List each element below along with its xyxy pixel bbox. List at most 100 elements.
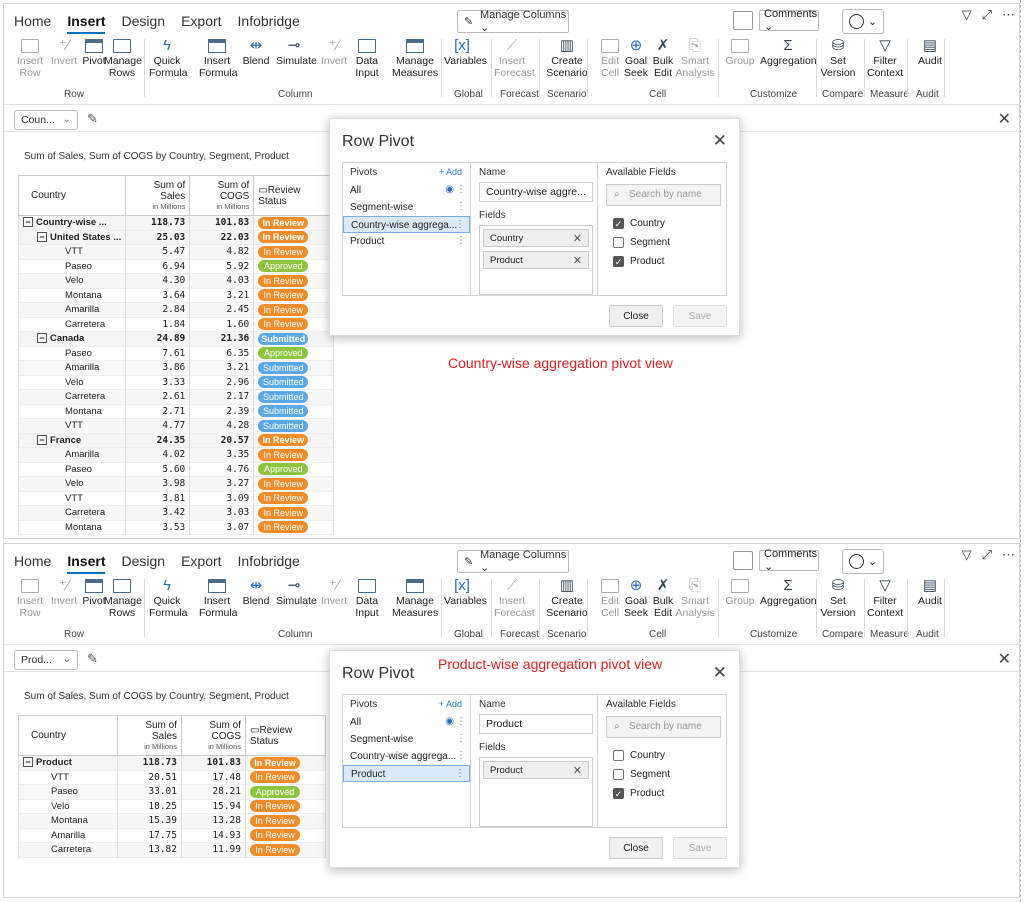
table-row[interactable]: − Canada 24.89 21.36 Submitted (17, 331, 335, 346)
tab-export[interactable]: Export (181, 13, 221, 34)
field-checkbox[interactable]: Segment (599, 765, 728, 784)
tab-design[interactable]: Design (121, 553, 165, 574)
insert-forecast-button[interactable]: ⟋ Insert Forecast (494, 575, 535, 619)
quick-formula-button[interactable]: ϟ Quick Formula (149, 35, 188, 79)
data-input-button[interactable]: Data Input (349, 35, 385, 79)
tab-home[interactable]: Home (14, 13, 51, 34)
table-row[interactable]: Carretera 3.42 3.03 In Review (17, 505, 335, 520)
table-row[interactable]: Amarilla 4.02 3.35 In Review (17, 447, 335, 462)
invert-column-button[interactable]: ⁺∕ Invert (316, 575, 352, 607)
table-row[interactable]: Velo 18.25 15.94 In Review (18, 799, 326, 814)
data-input-button[interactable]: Data Input (349, 575, 385, 619)
collapse-icon[interactable]: − (23, 757, 33, 768)
table-row[interactable]: VTT 20.51 17.48 In Review (18, 770, 326, 785)
pivot-item[interactable]: Country-wise aggrega... ⋮ (343, 216, 470, 233)
tab-home[interactable]: Home (14, 553, 51, 574)
field-checkbox[interactable]: Segment (599, 233, 728, 252)
header-sales[interactable]: Sum of Sales in Millions (117, 715, 182, 756)
field-chip[interactable]: Product ✕ (483, 761, 589, 779)
remove-icon[interactable]: ✕ (573, 254, 582, 267)
table-row[interactable]: Velo 3.33 2.96 Submitted (17, 375, 335, 390)
smart-analysis-button[interactable]: ⎘ Smart Analysis (672, 35, 718, 79)
more-vertical-icon[interactable]: ⋮ (455, 219, 465, 230)
dialog-close-icon[interactable]: ✕ (713, 663, 727, 683)
filter-icon[interactable]: ▽ (962, 7, 972, 23)
table-row[interactable]: − France 24.35 20.57 In Review (17, 433, 335, 448)
checkbox[interactable]: ✓ (613, 218, 624, 229)
user-menu[interactable]: ⌄ (842, 549, 884, 574)
table-row[interactable]: Montana 2.71 2.39 Submitted (17, 404, 335, 419)
expand-icon[interactable]: ⤢ (982, 547, 992, 563)
table-row[interactable]: VTT 4.77 4.28 Submitted (17, 418, 335, 433)
insert-row-button[interactable]: Insert Row (12, 575, 48, 619)
pivot-name-input[interactable]: Product (479, 714, 593, 734)
pivot-view-dropdown[interactable]: Coun... ⌄ (14, 110, 78, 130)
search-input[interactable]: ⌕ Search by name (606, 716, 721, 738)
blend-button[interactable]: ⇹ Blend (238, 575, 274, 607)
table-row[interactable]: − United States ... 25.03 22.03 In Review (17, 230, 335, 245)
pivot-item[interactable]: All ◉ ⋮ (343, 714, 470, 731)
table-row[interactable]: Montana 3.64 3.21 In Review (17, 288, 335, 303)
add-pivot-link[interactable]: + Add (439, 699, 462, 709)
more-vertical-icon[interactable]: ⋮ (456, 184, 466, 195)
pivot-item[interactable]: Product ⋮ (343, 233, 470, 250)
dialog-close-icon[interactable]: ✕ (713, 131, 727, 151)
collapse-icon[interactable]: − (37, 231, 47, 242)
group-button[interactable]: Group (722, 575, 758, 607)
comments-dropdown[interactable]: Comments ⌄ (759, 8, 819, 33)
manage-measures-button[interactable]: Manage Measures (392, 575, 438, 619)
remove-icon[interactable]: ✕ (573, 232, 582, 245)
table-row[interactable]: Carretera 1.84 1.60 In Review (17, 317, 335, 332)
pivot-item[interactable]: Country-wise aggrega... ⋮ (343, 748, 470, 765)
header-cogs[interactable]: Sum of COGS in Millions (181, 715, 246, 756)
simulate-button[interactable]: ⊸ Simulate (276, 35, 317, 67)
aggregation-button[interactable]: Σ Aggregation (760, 35, 817, 67)
close-button[interactable]: Close (609, 837, 663, 859)
filter-context-button[interactable]: ▽ Filter Context (867, 35, 903, 79)
more-vertical-icon[interactable]: ⋮ (456, 235, 466, 246)
insert-row-button[interactable]: Insert Row (12, 35, 48, 79)
table-row[interactable]: Montana 3.53 3.07 In Review (17, 520, 335, 535)
more-vertical-icon[interactable]: ⋮ (456, 716, 466, 727)
audit-button[interactable]: ▤ Audit (912, 575, 948, 607)
set-version-button[interactable]: ⛁ Set Version (820, 575, 856, 619)
blend-button[interactable]: ⇹ Blend (238, 35, 274, 67)
more-vertical-icon[interactable]: ⋮ (455, 768, 465, 779)
tab-insert[interactable]: Insert (67, 13, 106, 34)
table-row[interactable]: − Country-wise ... 118.73 101.83 In Review (17, 215, 335, 230)
table-row[interactable]: Paseo 33.01 28.21 Approved (18, 784, 326, 799)
insert-formula-button[interactable]: Insert Formula (199, 575, 238, 619)
table-row[interactable]: Paseo 7.61 6.35 Approved (17, 346, 335, 361)
more-vertical-icon[interactable]: ⋮ (456, 733, 466, 744)
set-version-button[interactable]: ⛁ Set Version (820, 35, 856, 79)
filter-icon[interactable]: ▽ (962, 547, 972, 563)
table-row[interactable]: Amarilla 3.86 3.21 Submitted (17, 360, 335, 375)
table-row[interactable]: Amarilla 2.84 2.45 In Review (17, 302, 335, 317)
filter-context-button[interactable]: ▽ Filter Context (867, 575, 903, 619)
pivot-item[interactable]: Segment-wise ⋮ (343, 731, 470, 748)
field-checkbox[interactable]: ✓ Product (599, 252, 728, 271)
field-checkbox[interactable]: ✓ Country (599, 214, 728, 233)
visibility-icon[interactable]: ◉ (445, 716, 454, 727)
collapse-icon[interactable]: − (23, 217, 33, 228)
close-button[interactable]: Close (609, 305, 663, 327)
more-icon[interactable]: ⋯ (1002, 7, 1015, 23)
user-menu[interactable]: ⌄ (842, 9, 884, 34)
simulate-button[interactable]: ⊸ Simulate (276, 575, 317, 607)
create-scenario-button[interactable]: ▥ Create Scenario (544, 35, 590, 79)
edit-icon[interactable]: ✎ (87, 111, 98, 127)
edit-icon[interactable]: ✎ (87, 651, 98, 667)
comment-add-icon[interactable] (733, 11, 753, 30)
checkbox[interactable] (613, 769, 624, 780)
manage-measures-button[interactable]: Manage Measures (392, 35, 438, 79)
checkbox[interactable]: ✓ (613, 256, 624, 267)
manage-rows-button[interactable]: Manage Rows (104, 35, 142, 79)
save-button[interactable]: Save (673, 305, 727, 327)
field-chip[interactable]: Product ✕ (483, 251, 589, 269)
tab-infobridge[interactable]: Infobridge (238, 13, 300, 34)
smart-analysis-button[interactable]: ⎘ Smart Analysis (672, 575, 718, 619)
group-button[interactable]: Group (722, 35, 758, 67)
tab-design[interactable]: Design (121, 13, 165, 34)
table-row[interactable]: Carretera 2.61 2.17 Submitted (17, 389, 335, 404)
pivot-item[interactable]: Product ⋮ (343, 765, 470, 782)
